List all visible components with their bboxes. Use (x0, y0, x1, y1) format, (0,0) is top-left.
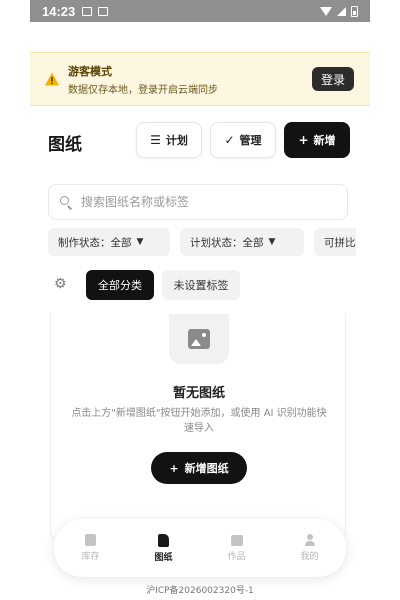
nav-label: 图纸 (154, 552, 173, 563)
status-bar: 14:23 (30, 0, 370, 22)
battery-icon (351, 5, 358, 17)
guest-mode-banner: 游客模式 数据仅存本地，登录开启云端同步 登录 (30, 52, 370, 106)
filter-row: 制作状态：全部 ▼ 计划状态：全部 ▼ 可拼比 (48, 228, 356, 258)
filter-label: 制作状态：全部 (58, 236, 132, 249)
bottom-nav: 库存 图纸 作品 我的 (54, 519, 346, 577)
warning-icon (45, 72, 59, 86)
wifi-icon (320, 6, 332, 16)
chevron-down-icon: ▼ (268, 237, 276, 247)
banner-title: 游客模式 (68, 64, 112, 78)
box-icon (85, 534, 96, 546)
gear-icon[interactable]: ⚙ (54, 276, 67, 292)
drawing-icon (158, 533, 169, 547)
add-drawing-button[interactable]: + 新增图纸 (151, 452, 247, 484)
icp-footer[interactable]: 沪ICP备2026002320号-1 (0, 583, 400, 596)
user-icon (304, 534, 316, 546)
banner-subtitle: 数据仅存本地，登录开启云端同步 (68, 84, 218, 96)
empty-state-card: 暂无图纸 点击上方"新增图纸"按钮开始添加，或使用 AI 识别功能快速导入 + … (50, 314, 346, 544)
nav-item-inventory[interactable]: 库存 (54, 519, 127, 577)
search-icon (59, 195, 73, 210)
nav-item-profile[interactable]: 我的 (273, 519, 346, 577)
page-header: 图纸 ☰ 计划 ✓ 管理 + 新增 (30, 122, 370, 162)
check-icon: ✓ (224, 133, 235, 147)
manage-button[interactable]: ✓ 管理 (210, 122, 276, 158)
plan-button-label: 计划 (165, 134, 188, 147)
nav-label: 库存 (81, 552, 100, 562)
filter-label: 可拼比 (324, 236, 356, 249)
category-all[interactable]: 全部分类 (86, 270, 154, 300)
filter-production-status[interactable]: 制作状态：全部 ▼ (48, 228, 170, 256)
filter-label: 计划状态：全部 (190, 236, 264, 249)
add-button[interactable]: + 新增 (284, 122, 350, 158)
page-title: 图纸 (48, 135, 82, 155)
chevron-down-icon: ▼ (136, 237, 144, 247)
manage-button-label: 管理 (239, 134, 262, 147)
plan-button[interactable]: ☰ 计划 (136, 122, 202, 158)
filter-plan-status[interactable]: 计划状态：全部 ▼ (180, 228, 304, 256)
app-notification-icon (98, 6, 109, 16)
plus-icon: + (169, 461, 179, 475)
plus-icon: + (298, 133, 309, 147)
category-untagged[interactable]: 未设置标签 (162, 270, 240, 300)
nav-item-works[interactable]: 作品 (200, 519, 273, 577)
category-row: ⚙ 全部分类 未设置标签 (48, 270, 348, 300)
add-button-label: 新增 (313, 134, 336, 147)
empty-state-description: 点击上方"新增图纸"按钮开始添加，或使用 AI 识别功能快速导入 (71, 408, 327, 434)
notification-icon (82, 6, 93, 16)
status-time: 14:23 (42, 3, 76, 19)
login-button[interactable]: 登录 (312, 67, 354, 91)
empty-state-title: 暂无图纸 (172, 386, 225, 401)
search-input[interactable] (81, 195, 321, 209)
nav-item-drawings[interactable]: 图纸 (127, 519, 200, 577)
search-bar (48, 184, 348, 220)
image-icon (188, 329, 210, 349)
list-icon: ☰ (150, 133, 161, 147)
add-drawing-label: 新增图纸 (184, 462, 229, 475)
image-icon (230, 534, 243, 546)
filter-combinable[interactable]: 可拼比 (314, 228, 356, 256)
nav-label: 作品 (227, 551, 246, 562)
nav-label: 我的 (300, 552, 319, 562)
empty-icon-box (169, 314, 229, 364)
signal-icon (337, 6, 346, 16)
